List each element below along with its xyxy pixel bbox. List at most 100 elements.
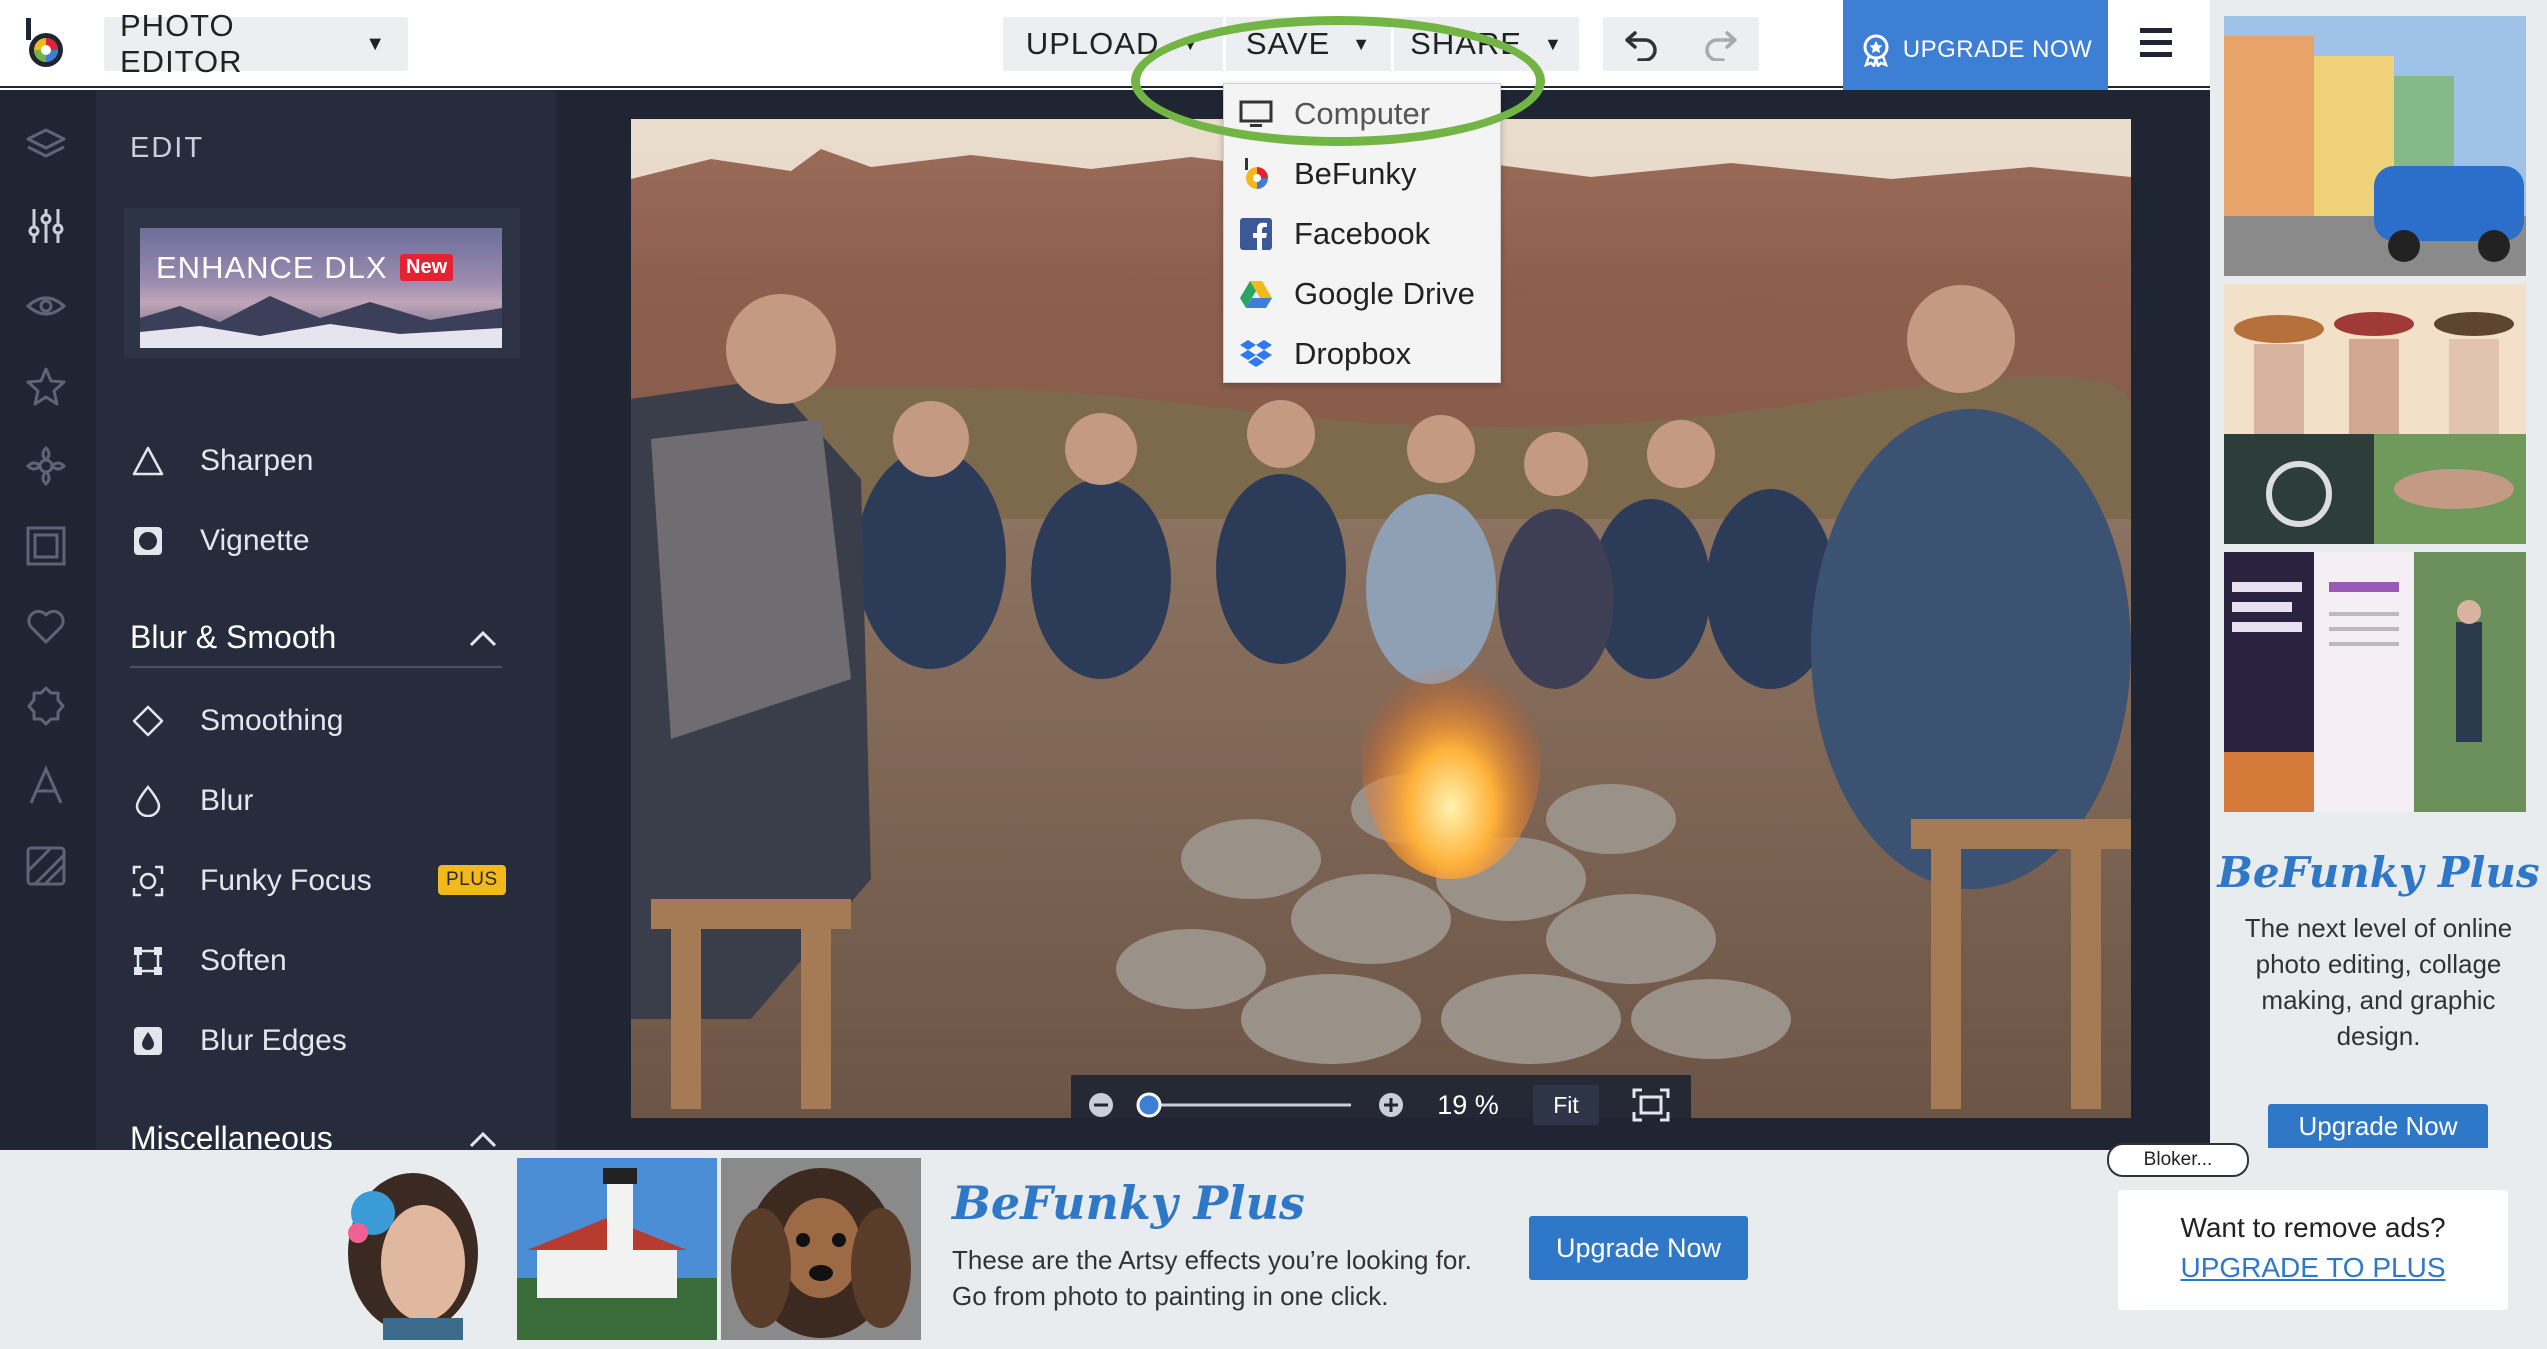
tool-label: Blur Edges <box>200 1024 347 1057</box>
bottom-ad-line-2: Go from photo to painting in one click. <box>952 1281 1389 1311</box>
befunky-logo-icon <box>1238 156 1274 192</box>
sliders-icon[interactable] <box>24 204 68 248</box>
section-title: Miscellaneous <box>130 1119 333 1151</box>
bottom-ad-brand: BeFunky Plus <box>952 1176 1305 1230</box>
remove-ads-question: Want to remove ads? <box>2180 1212 2446 1243</box>
redo-icon[interactable] <box>1681 17 1759 71</box>
zoom-in-icon[interactable] <box>1371 1075 1411 1135</box>
file-actions: UPLOAD ▼ SAVE ▼ SHARE ▼ <box>1003 17 1582 71</box>
tool-blur-edges[interactable]: Blur Edges <box>130 1016 347 1066</box>
caret-down-icon: ▼ <box>365 32 386 55</box>
upgrade-to-plus-link[interactable]: UPGRADE TO PLUS <box>2118 1252 2508 1284</box>
zoom-slider[interactable] <box>1131 1075 1361 1135</box>
zoom-out-icon[interactable] <box>1081 1075 1121 1135</box>
tool-label: Soften <box>200 944 287 977</box>
tool-soften[interactable]: Soften <box>130 936 287 986</box>
vignette-icon <box>130 523 166 559</box>
save-to-facebook[interactable]: Facebook <box>1224 204 1502 264</box>
editor-mode-select[interactable]: PHOTO EDITOR ▼ <box>104 8 408 79</box>
panel-title: EDIT <box>130 132 205 164</box>
facebook-icon <box>1238 216 1274 252</box>
zoom-controls: 19 % Fit <box>1071 1075 1691 1135</box>
ad-blocker-tooltip: Bloker... <box>2107 1143 2249 1177</box>
menu-item-label: BeFunky <box>1294 156 1417 191</box>
save-to-computer[interactable]: Computer <box>1224 84 1502 144</box>
texture-icon[interactable] <box>24 844 68 888</box>
soften-icon <box>130 943 166 979</box>
editor-mode-label: PHOTO EDITOR <box>120 8 243 79</box>
tool-vignette[interactable]: Vignette <box>130 516 310 566</box>
diamond-icon <box>130 703 166 739</box>
tool-blur[interactable]: Blur <box>130 776 253 826</box>
caret-down-icon: ▼ <box>1543 33 1563 54</box>
category-rail <box>0 90 96 1150</box>
tool-label: Blur <box>200 784 254 817</box>
ad-image-portrait[interactable] <box>313 1158 513 1340</box>
enhance-dlx-thumbnail <box>140 228 502 348</box>
tool-label: Funky Focus <box>200 864 372 897</box>
menu-item-label: Facebook <box>1294 216 1431 251</box>
befunky-logo-icon[interactable] <box>20 16 70 72</box>
eye-icon[interactable] <box>24 284 68 328</box>
section-miscellaneous[interactable]: Miscellaneous <box>130 1108 502 1150</box>
upgrade-now-button[interactable]: UPGRADE NOW <box>1843 0 2108 100</box>
text-icon[interactable] <box>24 764 68 808</box>
enhance-dlx-label: ENHANCE DLX <box>156 250 388 285</box>
heart-icon[interactable] <box>24 604 68 648</box>
ad-image-friends <box>2224 284 2526 544</box>
section-blur-smooth[interactable]: Blur & Smooth <box>130 608 502 668</box>
tool-sharpen[interactable]: Sharpen <box>130 436 313 486</box>
save-to-dropbox[interactable]: Dropbox <box>1224 324 1502 384</box>
badge-icon[interactable] <box>24 684 68 728</box>
plus-badge: PLUS <box>438 865 506 895</box>
enhance-dlx-card[interactable]: ENHANCE DLX New <box>124 208 520 358</box>
monitor-icon <box>1238 96 1274 132</box>
share-button[interactable]: SHARE ▼ <box>1394 17 1579 71</box>
upload-label: UPLOAD <box>1025 26 1160 61</box>
save-to-befunky[interactable]: BeFunky <box>1224 144 1502 204</box>
fit-button-wrap: Fit <box>1531 1075 1601 1135</box>
right-ad-text: The next level of online photo editing, … <box>2244 913 2513 1051</box>
tool-label: Sharpen <box>200 444 314 477</box>
ad-image-dog[interactable] <box>721 1158 921 1340</box>
save-dropdown-menu: Computer BeFunky Facebook Google Drive D… <box>1223 83 1501 383</box>
chevron-up-icon <box>468 619 498 656</box>
caret-down-icon: ▼ <box>1181 33 1201 54</box>
hamburger-menu-icon[interactable] <box>2138 26 2176 60</box>
right-ad-banner[interactable]: BeFunky Plus The next level of online ph… <box>2210 0 2547 1150</box>
tool-label: Smoothing <box>200 704 344 737</box>
menu-item-label: Dropbox <box>1294 336 1412 371</box>
menu-item-label: Google Drive <box>1294 276 1475 311</box>
save-to-google-drive[interactable]: Google Drive <box>1224 264 1502 324</box>
save-button[interactable]: SAVE ▼ <box>1226 17 1391 71</box>
ad-image-flyers <box>2224 552 2526 812</box>
flower-icon[interactable] <box>24 444 68 488</box>
save-label: SAVE <box>1245 26 1331 61</box>
tool-smoothing[interactable]: Smoothing <box>130 696 343 746</box>
fullscreen-icon[interactable] <box>1621 1075 1681 1135</box>
focus-icon <box>130 863 166 899</box>
frame-icon[interactable] <box>24 524 68 568</box>
right-ad-upgrade-button[interactable]: Upgrade Now <box>2268 1104 2488 1148</box>
history-controls <box>1603 17 1759 71</box>
tool-funky-focus[interactable]: Funky Focus <box>130 856 372 906</box>
ribbon-star-icon <box>1863 34 1889 67</box>
fit-button[interactable]: Fit <box>1533 1085 1599 1125</box>
undo-icon[interactable] <box>1603 17 1681 71</box>
edit-panel: EDIT ENHANCE DLX New Sharpen Vignette Bl… <box>96 90 556 1150</box>
bottom-ad-line-1: These are the Artsy effects you’re looki… <box>952 1245 1472 1275</box>
upgrade-now-label: UPGRADE NOW <box>1902 36 2093 63</box>
star-icon[interactable] <box>24 364 68 408</box>
drop-icon <box>130 783 166 819</box>
tool-label: Vignette <box>200 524 310 557</box>
dropbox-icon <box>1238 336 1274 372</box>
new-badge: New <box>400 254 454 281</box>
bottom-ad-text: These are the Artsy effects you’re looki… <box>952 1242 1472 1314</box>
triangle-icon <box>130 443 166 479</box>
upload-button[interactable]: UPLOAD ▼ <box>1003 17 1223 71</box>
ad-image-lighthouse[interactable] <box>517 1158 717 1340</box>
layers-icon[interactable] <box>24 124 68 168</box>
ad-image-street <box>2224 16 2526 276</box>
right-ad-brand: BeFunky Plus <box>2217 848 2540 897</box>
bottom-ad-upgrade-button[interactable]: Upgrade Now <box>1529 1216 1748 1280</box>
